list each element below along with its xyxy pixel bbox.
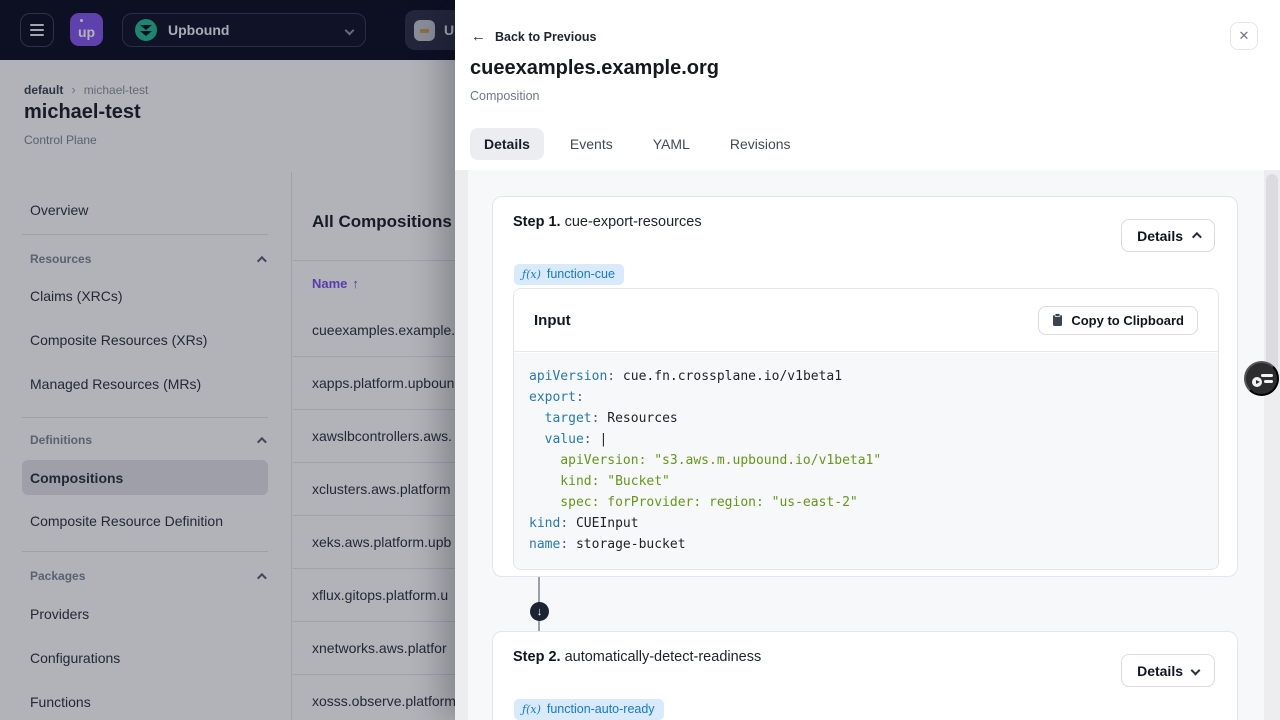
close-button[interactable]: ✕ [1230, 22, 1258, 50]
code-line: apiVersion: cue.fn.crossplane.io/v1beta1 [529, 369, 843, 384]
tab-revisions[interactable]: Revisions [716, 128, 805, 160]
step-1-details-button[interactable]: Details [1121, 219, 1215, 252]
input-card-header: Input Copy to Clipboard [514, 289, 1218, 352]
tab-details[interactable]: Details [470, 128, 544, 160]
step-1-title: Step 1. cue-export-resources [513, 214, 702, 230]
pipeline-step-2-card: Step 2. automatically-detect-readiness ƒ… [492, 631, 1238, 720]
copy-to-clipboard-button[interactable]: Copy to Clipboard [1038, 305, 1198, 335]
chevron-up-icon [1191, 231, 1202, 242]
feedback-widget-button[interactable] [1244, 361, 1279, 396]
step-number: Step 1. [513, 214, 561, 230]
play-circle-icon [1252, 377, 1262, 387]
code-line: apiVersion: "s3.aws.m.upbound.io/v1beta1… [529, 453, 882, 468]
left-scroll-gutter [455, 170, 468, 720]
panel-subtitle: Composition [470, 89, 540, 103]
scrollbar[interactable] [1264, 170, 1280, 720]
close-icon: ✕ [1238, 28, 1250, 43]
back-to-previous-link[interactable]: ← Back to Previous [471, 28, 596, 45]
chevron-down-icon [1190, 665, 1201, 676]
function-badge: ƒ(x) function-cue [514, 264, 624, 285]
function-icon: ƒ(x) [522, 702, 541, 716]
function-badge: ƒ(x) function-auto-ready [514, 699, 664, 720]
clipboard-icon [1053, 313, 1063, 326]
step-number: Step 2. [513, 649, 561, 665]
scrollbar-thumb[interactable] [1266, 174, 1278, 384]
tab-events[interactable]: Events [556, 128, 627, 160]
tab-bar: Details Events YAML Revisions [470, 128, 805, 160]
list-lines-icon [1264, 380, 1273, 383]
code-line: kind: "Bucket" [529, 474, 670, 489]
yaml-code-block[interactable]: apiVersion: cue.fn.crossplane.io/v1beta1… [514, 353, 1218, 569]
input-card: Input Copy to Clipboard apiVersion: cue.… [513, 288, 1219, 570]
copy-button-label: Copy to Clipboard [1071, 312, 1184, 328]
panel-title: cueexamples.example.org [470, 57, 720, 79]
panel-scroll-area: Step 1. cue-export-resources ƒ(x) functi… [455, 170, 1280, 720]
tab-yaml[interactable]: YAML [639, 128, 704, 160]
details-button-label: Details [1137, 662, 1183, 679]
arrow-down-icon: ↓ [530, 602, 549, 621]
composition-detail-panel: ← Back to Previous ✕ cueexamples.example… [455, 0, 1280, 720]
input-card-title: Input [534, 311, 571, 329]
arrow-left-icon: ← [471, 28, 486, 45]
function-icon: ƒ(x) [522, 267, 541, 281]
code-line: spec: forProvider: region: "us-east-2" [529, 495, 858, 510]
function-badge-label: function-auto-ready [546, 702, 655, 716]
code-line: name: storage-bucket [529, 537, 686, 552]
list-lines-icon [1261, 374, 1273, 377]
code-line: target: Resources [544, 411, 678, 426]
step-name: automatically-detect-readiness [564, 649, 762, 665]
app-root: up Upbound U default › michael-test mich… [0, 0, 1280, 720]
function-badge-label: function-cue [546, 267, 615, 281]
details-button-label: Details [1137, 227, 1183, 244]
code-line: export: [529, 390, 584, 405]
code-line: kind: CUEInput [529, 516, 639, 531]
step-2-details-button[interactable]: Details [1121, 654, 1215, 687]
pipeline-step-1-card: Step 1. cue-export-resources ƒ(x) functi… [492, 196, 1238, 577]
code-line: value: | [544, 432, 608, 447]
back-link-label: Back to Previous [495, 29, 597, 44]
step-2-title: Step 2. automatically-detect-readiness [513, 649, 761, 665]
step-name: cue-export-resources [564, 214, 702, 230]
